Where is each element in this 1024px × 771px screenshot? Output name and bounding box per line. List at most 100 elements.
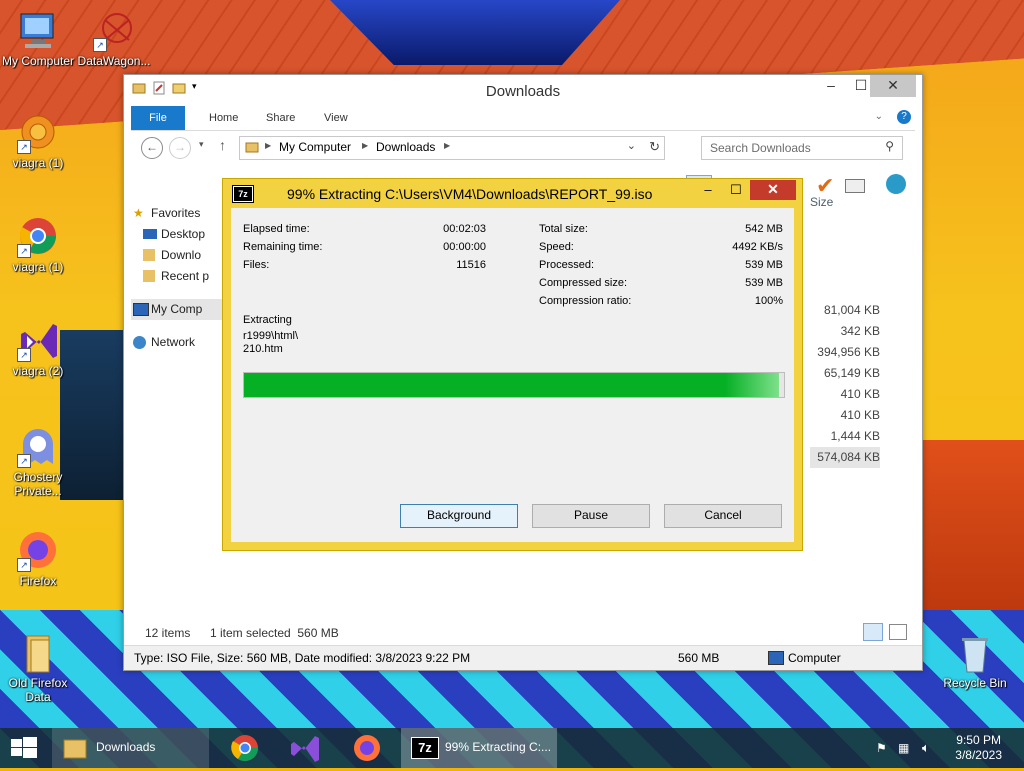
file-size[interactable]: 81,004 KB [810,300,880,321]
recent-locations-icon[interactable]: ▾ [199,139,204,150]
expand-ribbon-icon[interactable]: ⌄ [875,111,883,122]
desktop-icon-label: viagra (2) [12,364,64,378]
desktop-icon-recycle-bin[interactable]: Recycle Bin [937,632,1013,690]
desktop-icon-label: Ghostery Private... [13,470,63,498]
nav-favorites[interactable]: ★ Favorites [131,203,231,224]
tab-file[interactable]: File [131,106,185,130]
nav-recent[interactable]: Recent p [131,266,231,287]
shortcut-arrow-icon: ↗ [17,454,31,468]
rename-icon[interactable] [845,179,865,193]
desktop-icon-label: DataWagon... [77,54,151,68]
taskbar-firefox[interactable] [350,728,384,768]
address-bar[interactable]: ▶ My Computer ▶ Downloads ▶ ⌄ ↻ [239,136,665,160]
elapsed-time-row: Elapsed time: 00:02:03 [243,223,486,235]
file-size[interactable]: 394,956 KB [810,342,880,363]
large-icons-view-icon[interactable] [889,624,907,640]
refresh-icon[interactable]: ↻ [649,139,660,155]
file-size-selected[interactable]: 574,084 KB [810,447,880,468]
ribbon-tabs: File Home Share View ⌄ ? [131,106,915,131]
file-size[interactable]: 65,149 KB [810,363,880,384]
chrome-icon [231,735,259,762]
chevron-right-icon: ▶ [362,141,369,150]
folder-icon [62,736,88,763]
size-column-header[interactable]: Size [810,195,880,215]
taskbar-chrome[interactable] [228,728,262,768]
7zip-icon: 7z [411,737,439,759]
taskbar-7zip-extracting[interactable]: 7z 99% Extracting C:... [401,728,557,768]
pause-button[interactable]: Pause [532,504,650,528]
desktop-icon-viagra-1[interactable]: ↗ viagra (1) [0,112,76,170]
nav-desktop[interactable]: Desktop [131,224,231,245]
visual-studio-icon: ↗ [17,320,59,362]
desktop-icon-label: viagra (1) [12,260,64,274]
help-icon[interactable]: ? [897,110,911,124]
tab-view[interactable]: View [312,106,360,130]
desktop-icon-viagra-2[interactable]: ↗ viagra (2) [0,320,76,378]
close-button[interactable]: ✕ [870,75,916,97]
desktop-icon-label: My Computer [1,54,75,68]
minimize-button[interactable]: – [694,181,722,201]
desktop-icon-firefox[interactable]: ↗ Firefox [0,530,76,588]
item-count: 12 items [145,626,191,640]
desktop-icon-ghostery[interactable]: ↗ Ghostery Private... [0,426,76,498]
up-button[interactable]: ↑ [219,137,226,153]
start-button[interactable] [0,728,48,768]
current-path: r1999\html\ [243,330,299,342]
selection-info: 1 item selected 560 MB [210,626,339,640]
forward-button[interactable]: → [169,137,191,159]
network-icon[interactable]: ▦ [898,741,909,755]
compressed-size-row: Compressed size: 539 MB [539,277,783,289]
search-input[interactable]: Search Downloads ⚲ [701,136,903,160]
recent-places-icon [143,270,155,282]
desktop-icon-label: Recycle Bin [943,676,1007,690]
nav-network[interactable]: Network [131,332,231,353]
desktop-icon-label: Firefox [19,574,57,588]
tab-share[interactable]: Share [254,106,307,130]
taskbar-explorer-downloads[interactable]: Downloads [52,728,209,768]
computer-icon [17,10,59,52]
volume-icon[interactable]: 🔈︎ [922,740,930,756]
maximize-button[interactable]: ☐ [722,181,750,201]
minimize-button[interactable]: – [816,75,846,97]
nav-downloads[interactable]: Downlo [131,245,231,266]
desktop-icon-viagra-chrome[interactable]: ↗ viagra (1) [0,216,76,274]
background-button[interactable]: Background [400,504,518,528]
extraction-progress-bar [243,372,785,398]
flag-icon[interactable]: ⚑ [876,741,887,755]
extract-progress-dialog: 7z 99% Extracting C:\Users\VM4\Downloads… [222,178,803,551]
desktop-icon-old-firefox-data[interactable]: Old Firefox Data [0,632,76,704]
chrome-icon: ↗ [17,216,59,258]
taskbar-visual-studio[interactable] [288,728,322,768]
cancel-button[interactable]: Cancel [664,504,782,528]
processed-row: Processed: 539 MB [539,259,783,271]
desktop-icon-datawagon[interactable]: ↗ DataWagon... [76,10,152,68]
compression-ratio-row: Compression ratio: 100% [539,295,783,307]
firefox-icon [354,735,380,761]
chevron-down-icon[interactable]: ⌄ [627,139,636,152]
file-size[interactable]: 410 KB [810,405,880,426]
desktop-icon-my-computer[interactable]: My Computer [0,10,76,68]
tab-home[interactable]: Home [197,106,250,130]
navigation-pane: ★ Favorites Desktop Downlo Recent p My Co… [131,203,251,353]
shortcut-arrow-icon: ↗ [17,140,31,154]
search-placeholder: Search Downloads [710,141,811,155]
clock[interactable]: 9:50 PM 3/8/2023 [955,733,1002,763]
details-view-icon[interactable] [863,623,883,641]
search-icon: ⚲ [885,139,894,153]
current-file: 210.htm [243,343,283,355]
close-button[interactable]: ✕ [750,180,796,200]
visual-studio-icon [291,736,319,762]
action-label: Extracting [243,314,292,326]
chevron-right-icon: ▶ [444,141,451,150]
file-size[interactable]: 1,444 KB [810,426,880,447]
file-size[interactable]: 410 KB [810,384,880,405]
files-row: Files: 11516 [243,259,486,271]
dialog-body: Elapsed time: 00:02:03 Remaining time: 00:… [231,208,794,542]
file-size[interactable]: 342 KB [810,321,880,342]
dialog-title-bar: 7z 99% Extracting C:\Users\VM4\Downloads… [223,179,802,207]
ghostery-icon: ↗ [17,426,59,468]
breadcrumb-downloads[interactable]: Downloads [376,140,435,154]
back-button[interactable]: ← [141,137,163,159]
breadcrumb-my-computer[interactable]: My Computer [279,140,351,154]
globe-icon[interactable] [886,174,906,194]
